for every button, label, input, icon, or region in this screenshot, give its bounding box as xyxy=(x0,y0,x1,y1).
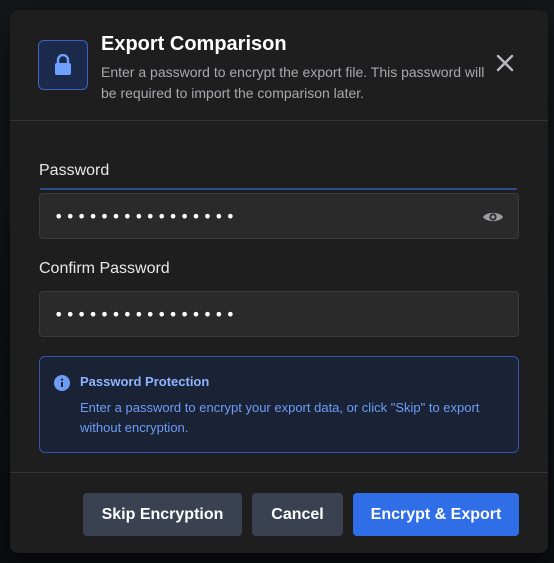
cancel-button[interactable]: Cancel xyxy=(252,493,343,536)
confirm-password-input[interactable] xyxy=(39,291,519,337)
dialog-footer: Skip Encryption Cancel Encrypt & Export xyxy=(10,472,548,553)
lock-badge xyxy=(38,40,88,90)
close-icon xyxy=(496,54,514,72)
encrypt-export-button[interactable]: Encrypt & Export xyxy=(353,493,519,536)
password-label: Password xyxy=(39,162,110,179)
confirm-password-label: Confirm Password xyxy=(39,260,170,277)
dialog-title: Export Comparison xyxy=(101,33,287,55)
notice-title: Password Protection xyxy=(80,374,210,389)
info-icon xyxy=(54,375,70,391)
dialog-subtitle: Enter a password to encrypt the export f… xyxy=(101,64,485,101)
export-dialog: Export Comparison Enter a password to en… xyxy=(10,10,548,553)
skip-encryption-button[interactable]: Skip Encryption xyxy=(83,493,242,536)
notice-text: Enter a password to encrypt your export … xyxy=(80,400,480,435)
dialog-header: Export Comparison Enter a password to en… xyxy=(10,10,548,121)
close-button[interactable] xyxy=(492,50,518,76)
password-input[interactable] xyxy=(39,193,519,239)
password-protection-notice: Password Protection Enter a password to … xyxy=(39,356,519,453)
lock-icon xyxy=(55,54,71,75)
password-focus-indicator xyxy=(40,188,517,190)
show-password-toggle[interactable] xyxy=(480,204,506,230)
eye-icon xyxy=(483,212,503,222)
